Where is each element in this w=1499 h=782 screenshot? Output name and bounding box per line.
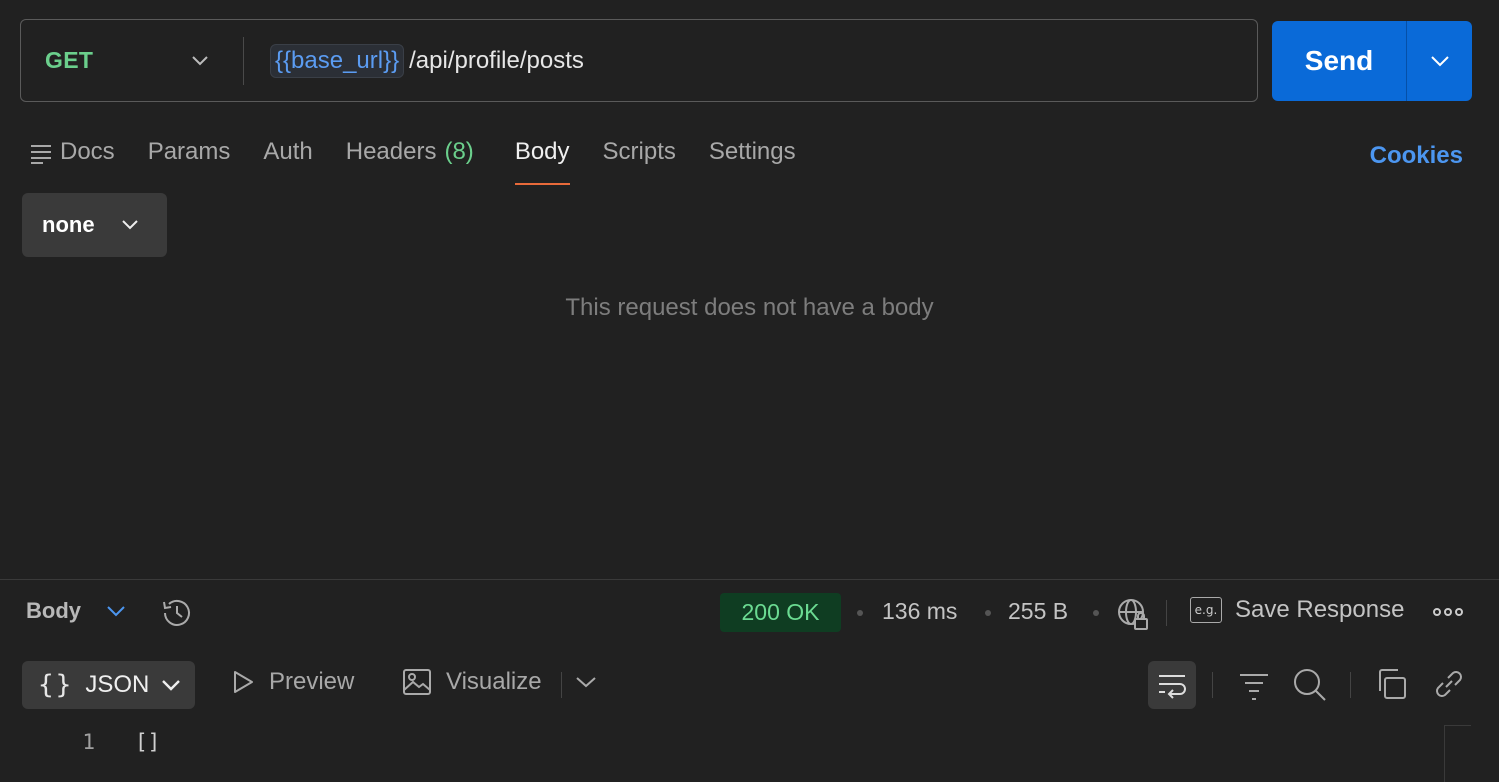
body-type-dropdown[interactable]: none: [22, 193, 167, 257]
tab-headers[interactable]: Headers (8): [346, 134, 474, 185]
history-icon[interactable]: [160, 596, 194, 630]
more-icon[interactable]: [1433, 604, 1463, 620]
pane-divider[interactable]: [0, 579, 1499, 580]
tab-label: Auth: [263, 138, 313, 165]
search-icon[interactable]: [1292, 667, 1328, 703]
separator-dot: [985, 610, 991, 616]
save-response-label: Save Response: [1235, 596, 1405, 623]
wrap-lines-icon: [1159, 675, 1186, 699]
url-path: /api/profile/posts: [409, 46, 584, 74]
chevron-down-icon[interactable]: [106, 604, 126, 618]
url-input[interactable]: {{base_url}} /api/profile/posts: [270, 43, 584, 78]
method-selector[interactable]: GET: [21, 20, 243, 101]
tab-auth[interactable]: Auth: [263, 134, 312, 185]
line-number: 1: [82, 730, 95, 754]
tab-settings[interactable]: Settings: [709, 134, 796, 185]
separator-dot: [857, 610, 863, 616]
tab-label: Scripts: [602, 138, 676, 165]
format-dropdown[interactable]: {} JSON: [22, 661, 195, 709]
preview-button[interactable]: Preview: [231, 668, 354, 696]
format-label: JSON: [85, 671, 150, 698]
chevron-down-icon[interactable]: [575, 675, 597, 689]
tab-label: Headers: [345, 138, 437, 165]
image-icon: [403, 669, 431, 695]
toolbar-divider: [1166, 600, 1167, 626]
code-text: []: [135, 730, 161, 754]
body-type-label: none: [42, 212, 95, 237]
send-button-group: Send: [1272, 21, 1472, 101]
save-response-button[interactable]: e.g. Save Response: [1190, 596, 1404, 624]
tab-label: Docs: [60, 138, 115, 165]
copy-icon[interactable]: [1376, 667, 1408, 701]
tab-label: Params: [147, 138, 231, 165]
scrollbar[interactable]: [1444, 725, 1471, 782]
toolbar-divider: [561, 672, 562, 698]
preview-label: Preview: [269, 668, 355, 695]
chevron-down-icon: [192, 55, 208, 65]
response-size[interactable]: 255 B: [1008, 598, 1068, 625]
tab-label: Settings: [708, 138, 796, 165]
empty-body-message: This request does not have a body: [565, 294, 934, 321]
cookies-link[interactable]: Cookies: [1370, 142, 1463, 170]
visualize-button[interactable]: Visualize: [402, 668, 542, 696]
braces-icon: {}: [38, 670, 74, 700]
url-divider: [243, 36, 244, 85]
send-button[interactable]: Send: [1272, 21, 1406, 101]
play-icon: [234, 671, 253, 693]
tab-scripts[interactable]: Scripts: [603, 134, 676, 185]
toolbar-divider: [1212, 672, 1213, 698]
code-line[interactable]: 1 []: [0, 730, 1440, 754]
method-label: GET: [45, 47, 94, 73]
headers-count-badge: (8): [444, 138, 474, 165]
chevron-down-icon: [1430, 56, 1449, 67]
response-time[interactable]: 136 ms: [882, 598, 957, 625]
wrap-lines-button[interactable]: [1148, 661, 1196, 709]
chevron-down-icon: [162, 680, 181, 691]
tab-body[interactable]: Body: [514, 134, 570, 185]
save-response-icon: e.g.: [1190, 597, 1222, 623]
visualize-label: Visualize: [446, 668, 542, 695]
link-icon[interactable]: [1432, 667, 1466, 701]
separator-dot: [1093, 610, 1099, 616]
status-badge[interactable]: 200 OK: [720, 593, 841, 632]
chevron-down-icon: [121, 220, 138, 230]
url-variable-chip[interactable]: {{base_url}}: [270, 43, 405, 78]
globe-lock-icon[interactable]: [1116, 597, 1150, 631]
tab-docs[interactable]: Docs: [30, 134, 115, 185]
request-tabs: Docs Params Auth Headers (8) Body Script…: [30, 134, 829, 186]
filter-icon[interactable]: [1238, 667, 1270, 701]
tab-label: Body: [514, 138, 570, 165]
send-options-dropdown[interactable]: [1407, 21, 1472, 101]
docs-lines-icon: [31, 145, 51, 164]
tab-params[interactable]: Params: [148, 134, 231, 185]
response-section-label[interactable]: Body: [26, 598, 81, 624]
toolbar-divider: [1350, 672, 1351, 698]
url-bar: GET {{base_url}} /api/profile/posts: [20, 19, 1258, 102]
